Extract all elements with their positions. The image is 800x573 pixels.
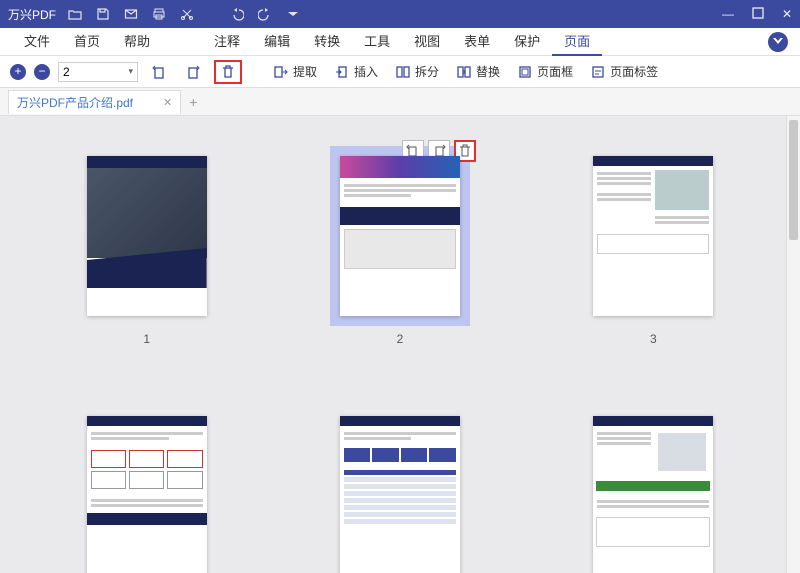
- document-tabbar: 万兴PDF产品介绍.pdf ✕ +: [0, 88, 800, 116]
- menu-home[interactable]: 首页: [62, 28, 112, 56]
- cut-icon[interactable]: [180, 7, 194, 21]
- undo-icon[interactable]: [230, 7, 244, 21]
- trash-icon: [219, 63, 237, 81]
- page-thumbnail-1[interactable]: 1: [77, 146, 217, 346]
- menu-view[interactable]: 视图: [402, 28, 452, 56]
- titlebar-quick-actions: [68, 7, 300, 21]
- pagebox-button[interactable]: 页面框: [512, 61, 577, 83]
- brand-icon[interactable]: [768, 32, 788, 52]
- chevron-down-icon: ▾: [128, 66, 133, 77]
- save-icon[interactable]: [96, 7, 110, 21]
- insert-icon: [333, 63, 351, 81]
- page-thumbnail-6[interactable]: [583, 406, 723, 573]
- menu-help[interactable]: 帮助: [112, 28, 162, 56]
- rotate-left-icon: [150, 63, 168, 81]
- page-number-select[interactable]: 2 ▾: [58, 62, 138, 82]
- scrollbar-thumb[interactable]: [789, 120, 798, 240]
- close-button[interactable]: ✕: [782, 7, 792, 21]
- redo-icon[interactable]: [258, 7, 272, 21]
- pagelabel-button[interactable]: 页面标签: [585, 61, 662, 83]
- page-number-label: 2: [397, 332, 404, 346]
- rotate-right-button[interactable]: [180, 61, 206, 83]
- menu-file[interactable]: 文件: [12, 28, 62, 56]
- pagebox-icon: [516, 63, 534, 81]
- menu-page[interactable]: 页面: [552, 28, 602, 56]
- page-thumbnail-workspace: 1 2: [0, 116, 800, 573]
- document-tab-filename: 万兴PDF产品介绍.pdf: [17, 94, 133, 111]
- app-name: 万兴PDF: [8, 6, 56, 23]
- menu-tools[interactable]: 工具: [352, 28, 402, 56]
- replace-icon: [455, 63, 473, 81]
- menu-edit[interactable]: 编辑: [252, 28, 302, 56]
- titlebar: 万兴PDF — ✕: [0, 0, 800, 28]
- extract-icon: [272, 63, 290, 81]
- menu-protect[interactable]: 保护: [502, 28, 552, 56]
- rotate-left-button[interactable]: [146, 61, 172, 83]
- mail-icon[interactable]: [124, 7, 138, 21]
- page-thumbnail-5[interactable]: [330, 406, 470, 573]
- maximize-button[interactable]: [752, 7, 764, 21]
- menu-annotate[interactable]: 注释: [202, 28, 252, 56]
- print-icon[interactable]: [152, 7, 166, 21]
- page-number-value: 2: [63, 65, 70, 79]
- menubar: 文件 首页 帮助 注释 编辑 转换 工具 视图 表单 保护 页面: [0, 28, 800, 56]
- minimize-button[interactable]: —: [722, 7, 734, 21]
- page-toolbar: + − 2 ▾ 提取 插入 拆分 替换 页面框 页面标签: [0, 56, 800, 88]
- document-tab[interactable]: 万兴PDF产品介绍.pdf ✕: [8, 90, 181, 114]
- zoom-out-button[interactable]: −: [34, 64, 50, 80]
- menu-convert[interactable]: 转换: [302, 28, 352, 56]
- page-number-label: 1: [143, 332, 150, 346]
- page-thumbnail-4[interactable]: [77, 406, 217, 573]
- replace-button[interactable]: 替换: [451, 61, 504, 83]
- insert-button[interactable]: 插入: [329, 61, 382, 83]
- vertical-scrollbar[interactable]: [786, 116, 800, 573]
- page-number-label: 3: [650, 332, 657, 346]
- add-tab-button[interactable]: +: [189, 94, 197, 110]
- window-controls: — ✕: [722, 7, 792, 21]
- split-icon: [394, 63, 412, 81]
- extract-button[interactable]: 提取: [268, 61, 321, 83]
- page-thumbnail-2[interactable]: 2: [330, 146, 470, 346]
- folder-icon[interactable]: [68, 7, 82, 21]
- rotate-right-icon: [184, 63, 202, 81]
- zoom-in-button[interactable]: +: [10, 64, 26, 80]
- page-thumbnail-3[interactable]: 3: [583, 146, 723, 346]
- menu-form[interactable]: 表单: [452, 28, 502, 56]
- split-button[interactable]: 拆分: [390, 61, 443, 83]
- tab-close-button[interactable]: ✕: [163, 96, 172, 109]
- more-icon[interactable]: [286, 7, 300, 21]
- pagelabel-icon: [589, 63, 607, 81]
- delete-page-button[interactable]: [214, 60, 242, 84]
